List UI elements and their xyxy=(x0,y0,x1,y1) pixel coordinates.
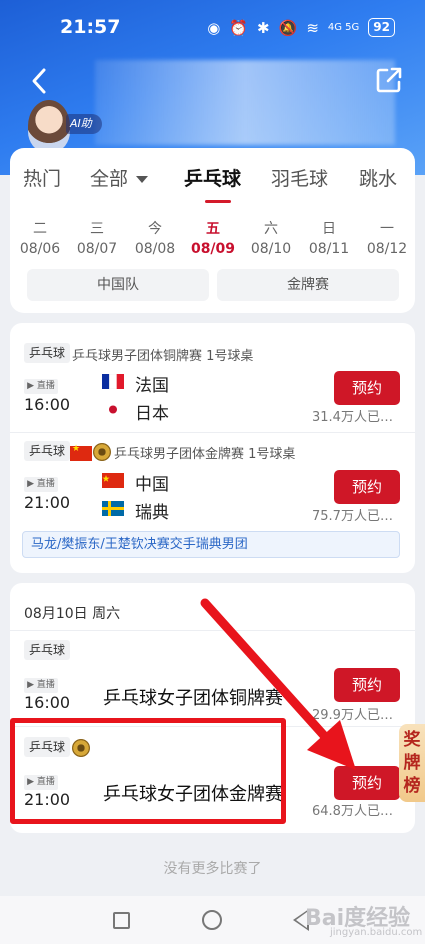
reserve-button[interactable]: 预约 xyxy=(334,470,400,504)
match-time: 16:00 xyxy=(24,693,71,712)
day-date: 08/10 xyxy=(250,241,292,257)
network-label: 4G 5G xyxy=(327,22,360,33)
medal-table-badge[interactable]: 奖牌榜 xyxy=(399,724,425,802)
day-item[interactable]: 三 08/07 xyxy=(72,218,122,257)
sweden-flag-icon xyxy=(102,501,124,516)
france-flag-icon xyxy=(102,374,124,389)
team-name: 瑞典 xyxy=(135,503,169,523)
alarm-icon: ⏰ xyxy=(229,18,249,37)
players-link[interactable]: 马龙/樊振东/王楚钦决赛交手瑞典男团 xyxy=(22,531,400,558)
day-weekday: 六 xyxy=(264,221,278,237)
team-name: 法国 xyxy=(135,376,169,396)
reserve-button[interactable]: 预约 xyxy=(334,371,400,405)
team-name: 日本 xyxy=(135,404,169,424)
active-tab-indicator xyxy=(205,200,231,203)
live-badge: ▶ 直播 xyxy=(24,678,58,693)
day-weekday: 五 xyxy=(206,221,220,237)
wifi-icon: ≋ xyxy=(306,18,319,37)
divider xyxy=(10,630,415,631)
day-item[interactable]: 今 08/08 xyxy=(130,218,180,257)
eye-icon: ◉ xyxy=(207,18,221,37)
team-name: 中国 xyxy=(135,475,169,495)
day-item-selected[interactable]: 五 08/09 xyxy=(188,218,238,257)
status-icons: ◉ ⏰ ✱ 🔕 ≋ 4G 5G 92 xyxy=(207,18,395,37)
tab-table-tennis[interactable]: 乒乓球 xyxy=(184,164,241,191)
reserve-count: 75.7万人已… xyxy=(312,509,393,524)
day-date: 08/11 xyxy=(308,241,350,257)
share-icon[interactable] xyxy=(374,65,404,95)
chevron-down-icon xyxy=(136,176,149,183)
battery-icon: 92 xyxy=(368,18,395,37)
bluetooth-icon: ✱ xyxy=(257,18,270,37)
ai-assistant-badge[interactable]: AI助 xyxy=(66,114,102,134)
reserve-button[interactable]: 预约 xyxy=(334,668,400,702)
tab-all[interactable]: 全部 xyxy=(90,164,149,191)
reserve-count: 29.9万人已… xyxy=(312,708,393,723)
ai-avatar[interactable] xyxy=(28,100,70,152)
divider xyxy=(10,432,415,433)
date-selector: 二 08/06 三 08/07 今 08/08 五 08/09 六 08/10 日 08/1… xyxy=(10,218,415,262)
filter-china-team[interactable]: 中国队 xyxy=(27,269,209,301)
back-arrow-icon[interactable] xyxy=(25,66,55,96)
watermark-url: jingyan.baidu.com xyxy=(330,927,423,938)
home-icon[interactable] xyxy=(202,910,222,930)
tab-hot[interactable]: 热门 xyxy=(23,164,61,191)
highlight-box xyxy=(10,718,286,824)
day-item[interactable]: 日 08/11 xyxy=(304,218,354,257)
reserve-count: 31.4万人已… xyxy=(312,410,393,425)
match-time: 16:00 xyxy=(24,395,71,414)
filter-buttons: 中国队 金牌赛 xyxy=(27,269,399,301)
tab-diving[interactable]: 跳水 xyxy=(359,164,397,191)
recent-apps-icon[interactable] xyxy=(113,912,130,929)
no-more-text: 没有更多比赛了 xyxy=(163,861,262,877)
sport-tag: 乒乓球 xyxy=(24,343,71,363)
day-weekday: 二 xyxy=(33,221,47,237)
schedule-filter-card: 热门 全部 乒乓球 羽毛球 跳水 二 08/06 三 08/07 今 08/08 五 0… xyxy=(10,148,415,313)
china-flag-icon xyxy=(102,473,124,488)
day-weekday: 今 xyxy=(148,221,162,237)
live-badge: ▶ 直播 xyxy=(24,477,58,492)
day-date: 08/08 xyxy=(134,241,176,257)
date-header: 08月10日 周六 xyxy=(24,606,121,622)
day-item[interactable]: 一 08/12 xyxy=(362,218,412,257)
sport-tag: 乒乓球 xyxy=(24,441,71,461)
china-flag-icon xyxy=(70,443,92,462)
reserve-count: 64.8万人已… xyxy=(312,804,393,819)
sport-tag: 乒乓球 xyxy=(24,640,71,660)
day-item[interactable]: 二 08/06 xyxy=(15,218,65,257)
reserve-button[interactable]: 预约 xyxy=(334,766,400,800)
day-date: 08/07 xyxy=(76,241,118,257)
mute-icon: 🔕 xyxy=(278,18,298,37)
day-weekday: 三 xyxy=(90,221,104,237)
gold-medal-icon xyxy=(93,441,111,461)
japan-flag-icon xyxy=(102,402,124,417)
tab-badminton[interactable]: 羽毛球 xyxy=(271,164,328,191)
day-weekday: 日 xyxy=(322,221,336,237)
live-badge: ▶ 直播 xyxy=(24,379,58,394)
match-title: 乒乓球女子团体铜牌赛 xyxy=(103,688,283,709)
day-date: 08/12 xyxy=(366,241,408,257)
match-time: 21:00 xyxy=(24,493,71,512)
status-time: 21:57 xyxy=(60,16,121,38)
sport-tabs: 热门 全部 乒乓球 羽毛球 跳水 xyxy=(10,148,415,208)
match-title: 乒乓球男子团体铜牌赛 1号球桌 xyxy=(72,349,254,364)
match-title: 乒乓球男子团体金牌赛 1号球桌 xyxy=(114,447,296,462)
blurred-title xyxy=(95,60,395,145)
filter-gold-medal[interactable]: 金牌赛 xyxy=(217,269,399,301)
status-bar: 21:57 ◉ ⏰ ✱ 🔕 ≋ 4G 5G 92 xyxy=(0,0,425,58)
day-item[interactable]: 六 08/10 xyxy=(246,218,296,257)
tab-all-label: 全部 xyxy=(90,168,129,190)
day-date: 08/09 xyxy=(190,241,236,257)
day-weekday: 一 xyxy=(380,221,394,237)
day-date: 08/06 xyxy=(19,241,61,257)
